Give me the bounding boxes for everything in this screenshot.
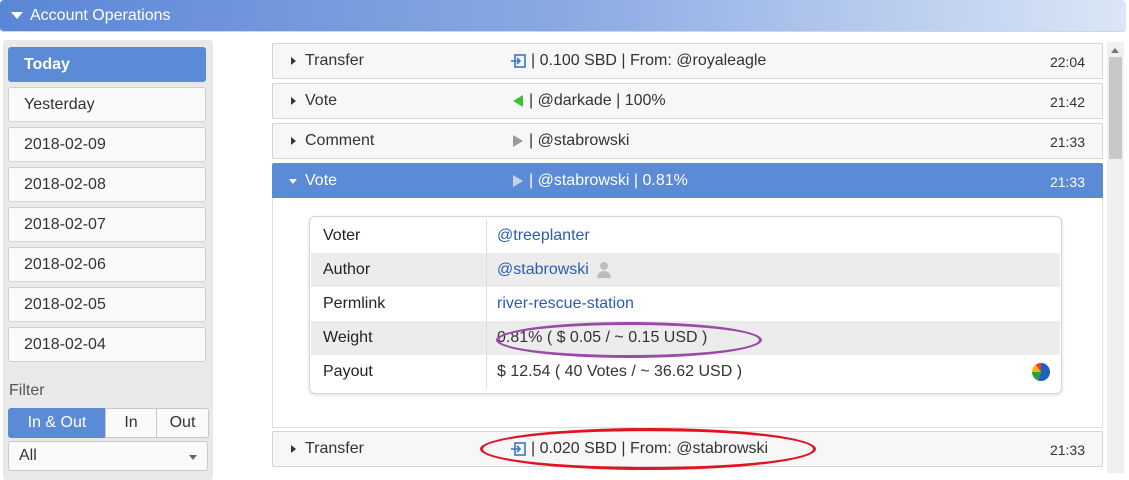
operation-type: Vote (305, 172, 338, 189)
chevron-right-icon (291, 445, 296, 453)
green-vote-icon (513, 95, 523, 107)
user-icon[interactable] (596, 262, 611, 278)
day-button[interactable]: 2018-02-04 (8, 327, 206, 362)
author-link[interactable]: @stabrowski (497, 261, 589, 279)
detail-text: | @stabrowski | 0.81% (529, 172, 688, 189)
detail-text: | 0.100 SBD | From: @royaleagle (531, 52, 767, 69)
scrollbar[interactable] (1107, 42, 1124, 473)
author-row: Author @stabrowski (311, 253, 1060, 287)
day-yesterday-button[interactable]: Yesterday (8, 87, 206, 122)
day-button[interactable]: 2018-02-08 (8, 167, 206, 202)
filter-label: Filter (9, 382, 45, 399)
section-title: Account Operations (30, 6, 171, 24)
day-button[interactable]: 2018-02-07 (8, 207, 206, 242)
filter-out-button[interactable]: Out (156, 408, 209, 438)
operation-detail: | @darkade | 100% (511, 92, 666, 110)
weight-label: Weight (311, 321, 487, 355)
weight-highlight-annotation (496, 322, 762, 358)
author-label: Author (311, 253, 487, 287)
payout-value: $ 12.54 ( 40 Votes / ~ 36.62 USD ) (497, 363, 743, 380)
gray-play-icon (513, 135, 523, 147)
operation-time: 21:42 (1049, 94, 1085, 110)
transfer-highlight-annotation (480, 428, 816, 470)
chevron-right-icon (291, 97, 296, 105)
incoming-transfer-icon (511, 54, 526, 68)
operation-type: Vote (305, 92, 338, 109)
chevron-right-icon (291, 137, 296, 145)
permlink-link[interactable]: river-rescue-station (487, 295, 634, 313)
chevron-down-icon (11, 12, 23, 19)
operation-type-select[interactable]: All (8, 441, 208, 471)
operation-detail: | @stabrowski (511, 132, 629, 150)
operation-row-vote-expanded[interactable]: Vote | @stabrowski | 0.81% 21:33 (272, 163, 1103, 199)
day-button[interactable]: 2018-02-05 (8, 287, 206, 322)
scroll-up-arrow-icon[interactable] (1111, 48, 1119, 53)
detail-text: | @stabrowski (529, 132, 630, 149)
day-button[interactable]: 2018-02-09 (8, 127, 206, 162)
permlink-row: Permlink river-rescue-station (311, 287, 1060, 321)
operation-row-transfer[interactable]: Transfer | 0.100 SBD | From: @royaleagle… (272, 43, 1103, 79)
operation-time: 22:04 (1049, 54, 1085, 70)
vote-details-table: Voter @treeplanter Author @stabrowski Pe… (309, 216, 1062, 394)
date-sidebar: Today Yesterday 2018-02-09 2018-02-08 20… (3, 40, 213, 480)
operation-time: 21:33 (1049, 442, 1085, 458)
payout-row: Payout $ 12.54 ( 40 Votes / ~ 36.62 USD … (311, 355, 1060, 389)
permlink-label: Permlink (311, 287, 487, 321)
filter-in-button[interactable]: In (105, 408, 157, 438)
chevron-right-icon (291, 57, 296, 65)
operation-detail: | 0.100 SBD | From: @royaleagle (511, 52, 766, 70)
voter-row: Voter @treeplanter (311, 219, 1060, 253)
author-value: @stabrowski (487, 261, 611, 279)
operation-time: 21:33 (1049, 174, 1085, 190)
operation-detail: | @stabrowski | 0.81% (511, 172, 688, 190)
select-value: All (19, 447, 37, 464)
voter-label: Voter (311, 219, 487, 253)
day-button[interactable]: 2018-02-06 (8, 247, 206, 282)
filter-in-out-button[interactable]: In & Out (8, 408, 106, 438)
gray-play-icon (513, 175, 523, 187)
operation-time: 21:33 (1049, 134, 1085, 150)
operation-row-vote[interactable]: Vote | @darkade | 100% 21:42 (272, 83, 1103, 119)
operation-type: Transfer (305, 52, 364, 69)
account-operations-header[interactable]: Account Operations (0, 0, 1126, 32)
day-today-button[interactable]: Today (8, 47, 206, 82)
operation-type: Comment (305, 132, 375, 149)
voter-link[interactable]: @treeplanter (487, 227, 590, 245)
vote-details-panel: Voter @treeplanter Author @stabrowski Pe… (272, 198, 1103, 428)
caret-down-icon (189, 455, 197, 460)
detail-text: | @darkade | 100% (529, 92, 666, 109)
operation-row-comment[interactable]: Comment | @stabrowski 21:33 (272, 123, 1103, 159)
chevron-down-icon (289, 179, 297, 184)
pie-chart-icon[interactable] (1032, 363, 1050, 381)
scrollbar-thumb[interactable] (1109, 57, 1122, 159)
operation-type: Transfer (305, 440, 364, 457)
payout-label: Payout (311, 355, 487, 389)
